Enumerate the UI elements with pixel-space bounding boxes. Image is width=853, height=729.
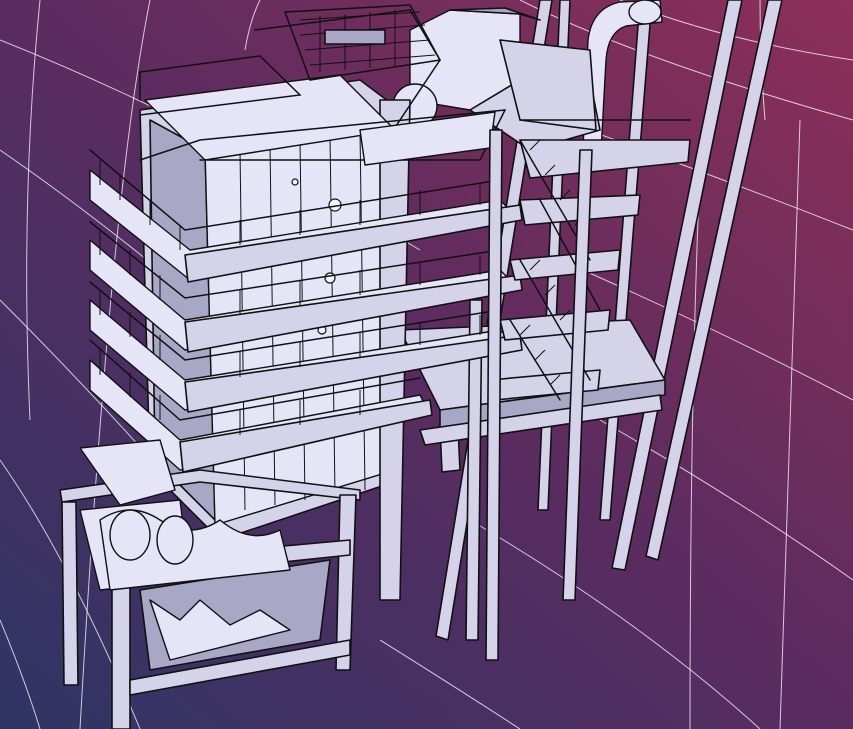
cad-model-scene[interactable]: [0, 0, 853, 729]
3d-viewport[interactable]: [0, 0, 853, 729]
